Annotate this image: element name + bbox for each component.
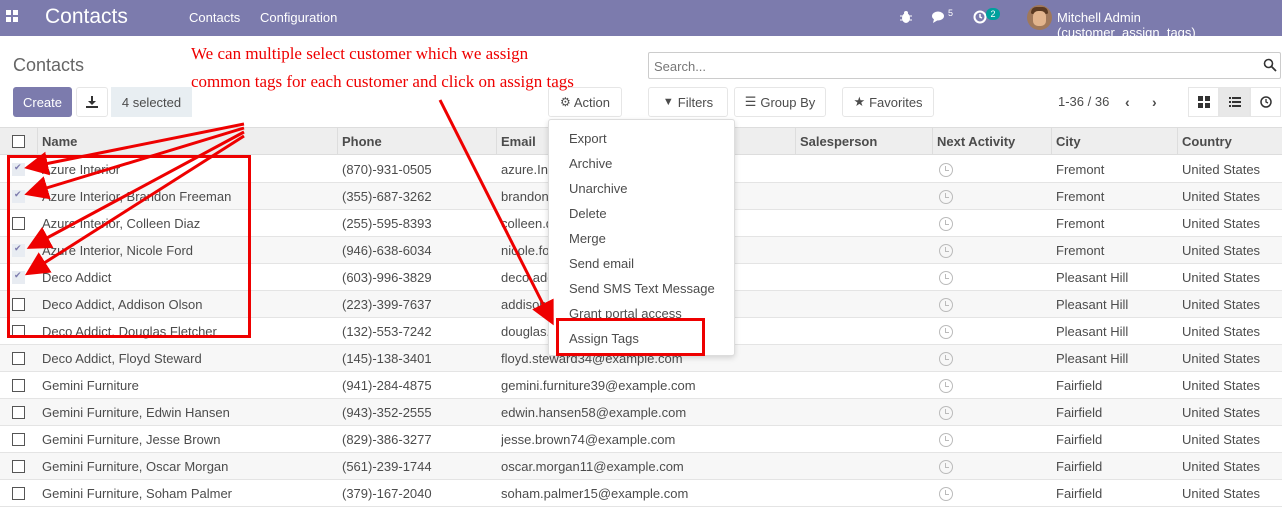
arrow-to-row-5 xyxy=(24,134,245,276)
arrow-to-assign-tags xyxy=(438,99,554,326)
annotation-arrows xyxy=(24,99,554,326)
arrow-to-row-4 xyxy=(26,130,245,249)
